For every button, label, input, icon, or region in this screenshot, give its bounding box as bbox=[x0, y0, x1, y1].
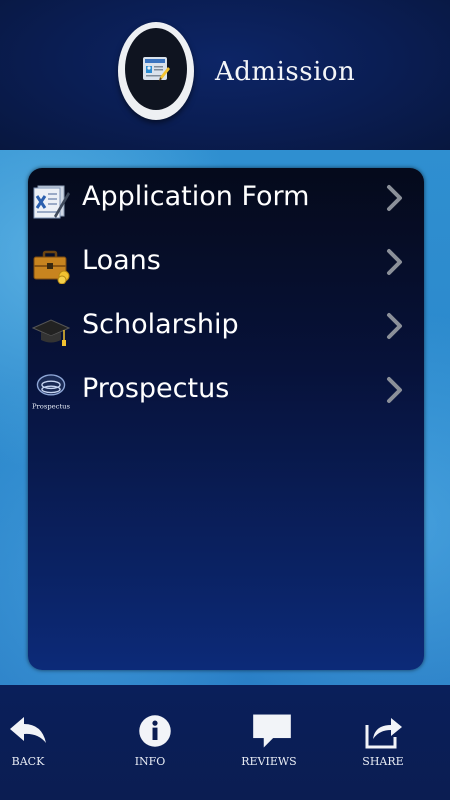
header: Admission bbox=[0, 0, 450, 150]
menu-item-label: Loans bbox=[82, 245, 161, 276]
tab-label: INFO bbox=[134, 755, 166, 768]
menu-panel: Application Form Loans Scholarship Prosp… bbox=[28, 168, 424, 670]
chevron-right-icon bbox=[387, 313, 402, 339]
briefcase-icon bbox=[33, 250, 70, 284]
menu-item-loans[interactable]: Loans bbox=[28, 232, 424, 294]
menu-item-label: Scholarship bbox=[82, 309, 239, 340]
bottom-nav: BACK INFO REVIEWS SHARE bbox=[0, 685, 450, 800]
page-title: Admission bbox=[215, 57, 356, 87]
menu-item-prospectus[interactable]: Prospectus Prospectus bbox=[28, 360, 424, 422]
header-badge bbox=[118, 22, 194, 120]
tab-label: SHARE bbox=[362, 755, 404, 768]
menu-item-scholarship[interactable]: Scholarship bbox=[28, 296, 424, 358]
menu-item-application-form[interactable]: Application Form bbox=[28, 168, 424, 230]
application-form-icon bbox=[33, 185, 70, 219]
back-arrow-icon bbox=[10, 717, 46, 743]
graduation-cap-icon bbox=[32, 319, 70, 346]
prospectus-icon-text: Prospectus bbox=[32, 402, 70, 410]
share-icon bbox=[365, 718, 402, 749]
tab-back[interactable]: BACK bbox=[0, 685, 90, 800]
tab-label: REVIEWS bbox=[241, 755, 297, 768]
menu-item-label: Prospectus bbox=[82, 373, 230, 404]
document-icon bbox=[143, 57, 170, 81]
tab-label: BACK bbox=[11, 755, 45, 768]
header-badge-inner bbox=[125, 28, 187, 110]
tab-info[interactable]: INFO bbox=[105, 685, 195, 800]
speech-bubble-icon bbox=[253, 714, 291, 748]
chevron-right-icon bbox=[387, 185, 402, 211]
chevron-right-icon bbox=[387, 377, 402, 403]
prospectus-icon: Prospectus bbox=[32, 374, 70, 410]
tab-reviews[interactable]: REVIEWS bbox=[224, 685, 314, 800]
menu-item-label: Application Form bbox=[82, 181, 310, 212]
chevron-right-icon bbox=[387, 249, 402, 275]
info-icon bbox=[139, 715, 171, 747]
tab-share[interactable]: SHARE bbox=[338, 685, 428, 800]
